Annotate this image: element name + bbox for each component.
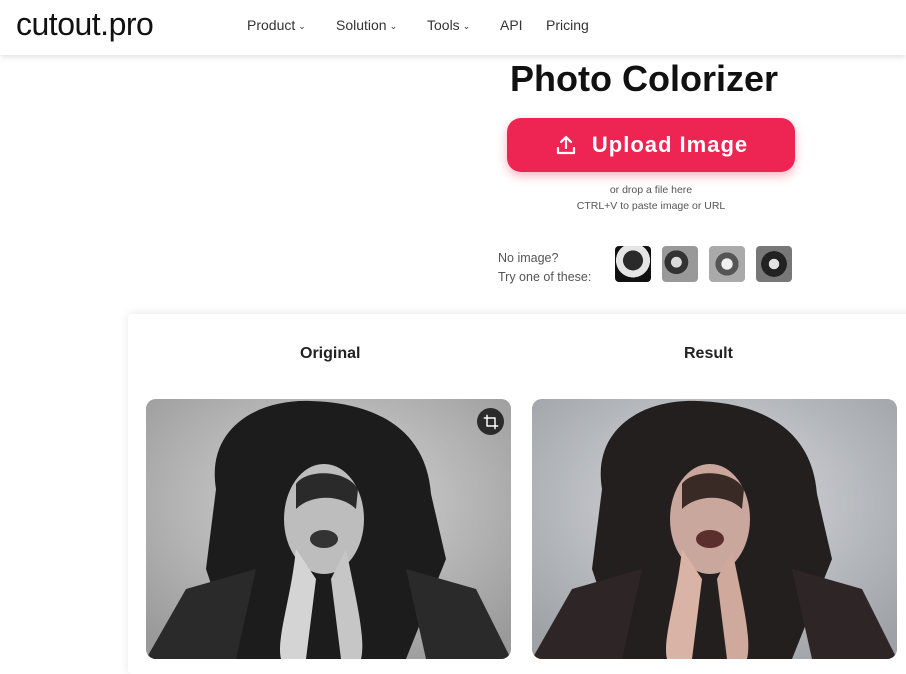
upload-image-button[interactable]: Upload Image [507, 118, 795, 172]
sample-thumbnail[interactable] [662, 246, 698, 282]
logo[interactable]: cutout.pro [16, 6, 154, 43]
nav-pricing-label: Pricing [546, 17, 589, 33]
chevron-down-icon: ⌄ [462, 20, 471, 31]
page-title: Photo Colorizer [510, 58, 778, 99]
nav-api-label: API [500, 17, 523, 33]
sample-prompt-line1: No image? [498, 251, 559, 265]
nav-tools[interactable]: Tools ⌄ [427, 17, 470, 33]
crop-button[interactable] [477, 408, 504, 435]
nav-product[interactable]: Product ⌄ [247, 17, 306, 33]
sample-thumbnail[interactable] [615, 246, 651, 282]
drop-hint-line2: CTRL+V to paste image or URL [576, 200, 726, 212]
upload-icon [556, 135, 575, 155]
original-label: Original [300, 345, 361, 362]
crop-icon [483, 414, 498, 429]
sample-thumbnail[interactable] [756, 246, 792, 282]
chevron-down-icon: ⌄ [389, 20, 398, 31]
sample-prompt: No image? Try one of these: [498, 249, 591, 287]
nav-product-label: Product [247, 17, 296, 33]
original-photo [146, 399, 511, 659]
nav-pricing[interactable]: Pricing [546, 17, 589, 33]
nav-tools-label: Tools [427, 17, 460, 33]
nav-solution[interactable]: Solution ⌄ [336, 17, 397, 33]
drop-hint-line1: or drop a file here [609, 184, 693, 196]
site-header: cutout.pro Product ⌄ Solution ⌄ Tools ⌄ … [0, 0, 906, 55]
chevron-down-icon: ⌄ [298, 20, 306, 31]
upload-button-label: Upload Image [591, 132, 749, 157]
nav-api[interactable]: API [500, 17, 523, 33]
drop-hint: or drop a file here CTRL+V to paste imag… [507, 182, 795, 214]
result-photo [532, 399, 897, 659]
result-label: Result [684, 345, 733, 362]
sample-thumbnail[interactable] [709, 246, 745, 282]
nav-solution-label: Solution [336, 17, 387, 33]
sample-prompt-line2: Try one of these: [498, 270, 592, 284]
